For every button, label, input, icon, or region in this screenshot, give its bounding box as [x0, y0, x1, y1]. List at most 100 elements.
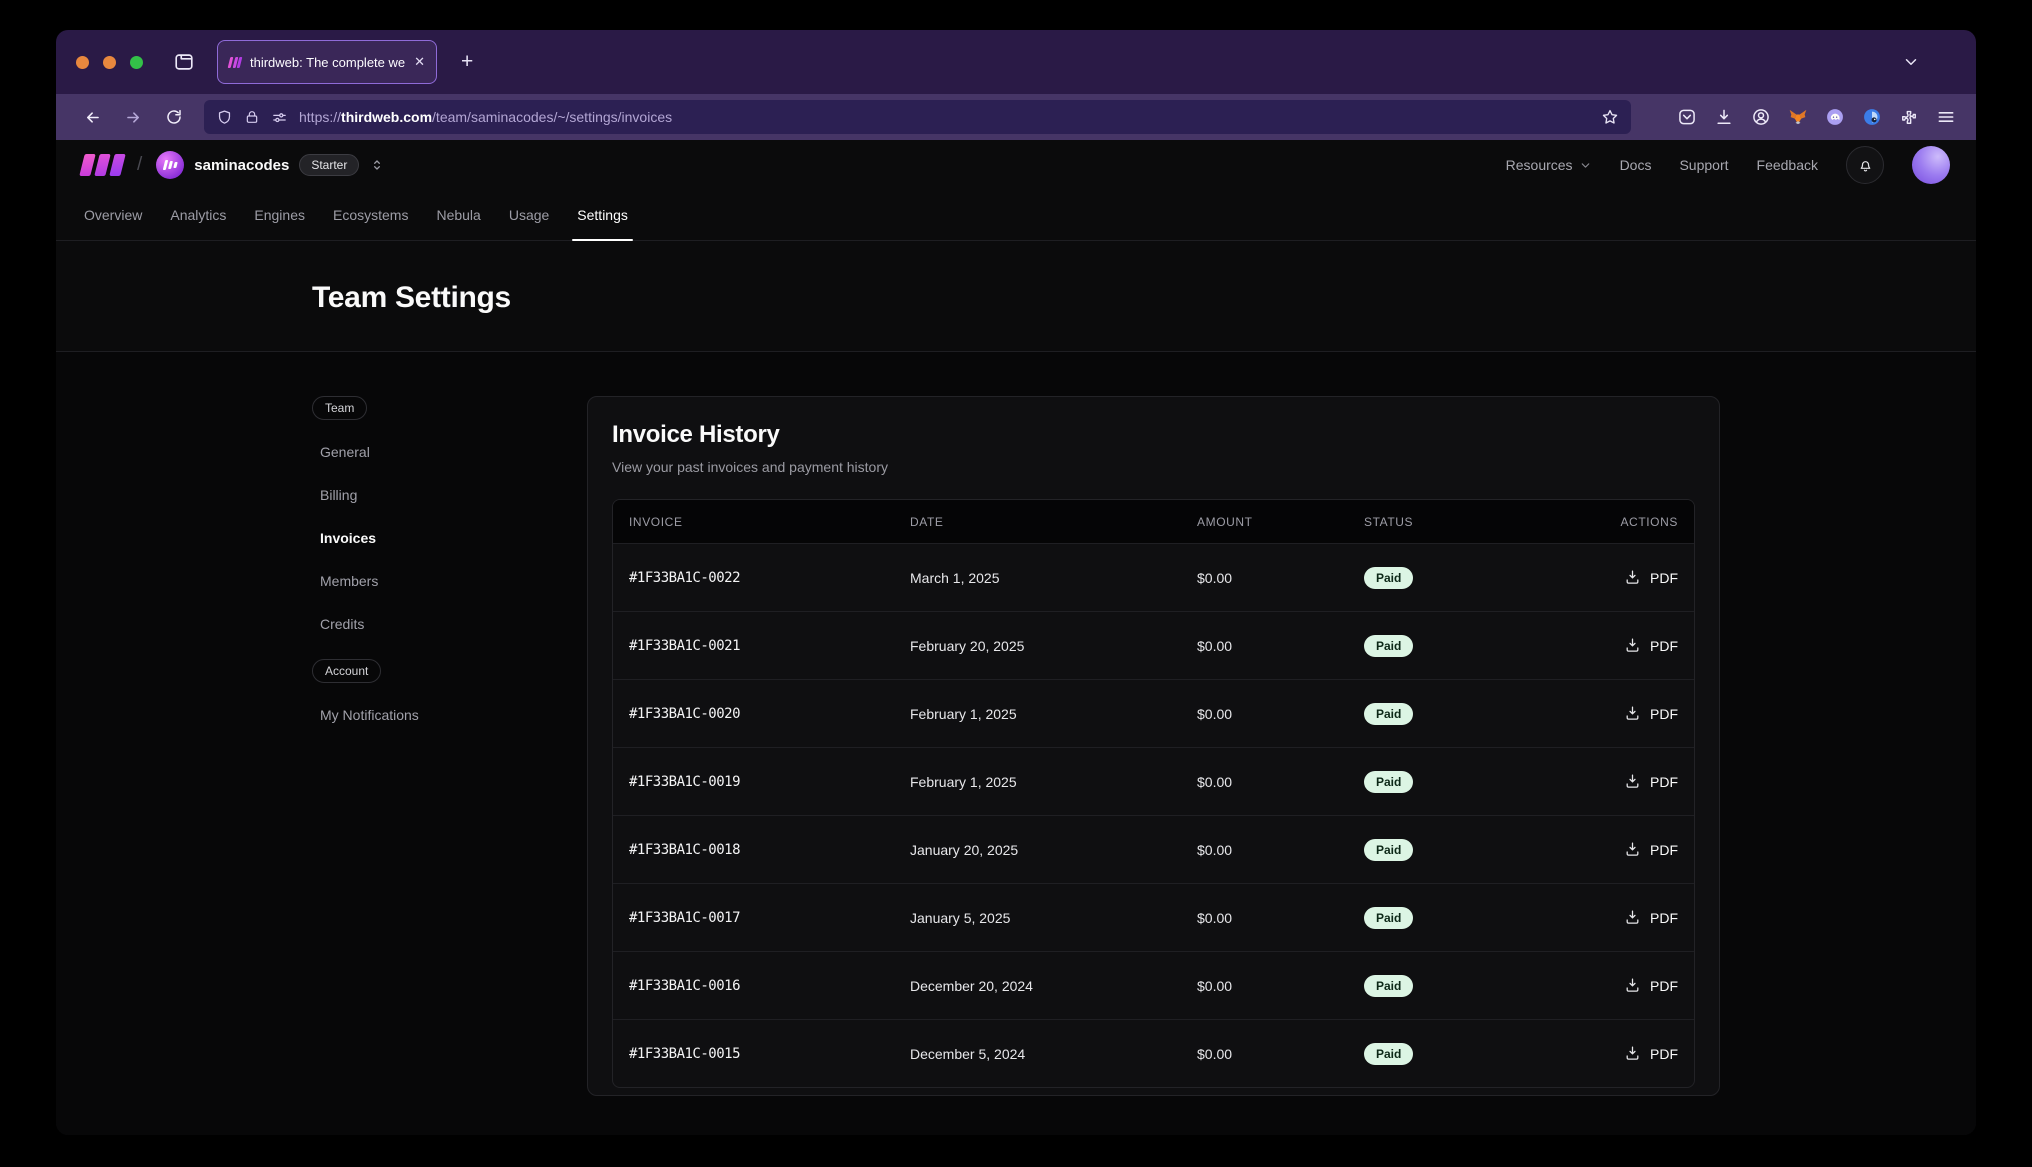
invoice-number: #1F33BA1C-0017	[629, 910, 910, 926]
dashboard-tab[interactable]: Ecosystems	[319, 190, 422, 240]
invoice-amount: $0.00	[1197, 774, 1364, 790]
dashboard-tab[interactable]: Engines	[240, 190, 319, 240]
download-icon	[1624, 841, 1641, 858]
metamask-extension-icon[interactable]	[1788, 107, 1808, 127]
header-link[interactable]: Resources	[1506, 157, 1592, 173]
extension-icon-blue[interactable]	[1862, 107, 1882, 127]
url-bar[interactable]: https://thirdweb.com/team/saminacodes/~/…	[204, 100, 1631, 134]
site-header: / saminacodes Starter Resources Docs Sup…	[56, 140, 1976, 190]
sidebar-entry[interactable]: Members	[312, 573, 560, 589]
invoice-actions-cell: PDF	[1558, 909, 1678, 926]
account-icon[interactable]	[1751, 107, 1771, 127]
invoice-date: December 20, 2024	[910, 978, 1197, 994]
browser-window: thirdweb: The complete web3 d ✕ +	[56, 30, 1976, 1135]
column-status: STATUS	[1364, 515, 1558, 529]
url-domain: thirdweb.com	[341, 109, 432, 125]
invoice-number: #1F33BA1C-0019	[629, 774, 910, 790]
invoice-actions-cell: PDF	[1558, 705, 1678, 722]
browser-tab[interactable]: thirdweb: The complete web3 d ✕	[217, 40, 437, 84]
forward-icon[interactable]	[113, 108, 154, 127]
invoice-date: February 1, 2025	[910, 774, 1197, 790]
tab-close-icon[interactable]: ✕	[414, 54, 425, 70]
dashboard-tab[interactable]: Usage	[495, 190, 563, 240]
header-link[interactable]: Support	[1679, 157, 1728, 173]
column-invoice: INVOICE	[629, 515, 910, 529]
minimize-window-button[interactable]	[103, 56, 116, 69]
permissions-icon[interactable]	[271, 109, 288, 126]
download-pdf-button[interactable]: PDF	[1624, 977, 1678, 994]
dashboard-tab[interactable]: Overview	[70, 190, 156, 240]
toolbar-extensions	[1677, 107, 1960, 127]
new-tab-button[interactable]: +	[453, 50, 481, 74]
invoice-status-cell: Paid	[1364, 1043, 1558, 1065]
notifications-bell-icon[interactable]	[1846, 146, 1884, 184]
invoice-row: #1F33BA1C-0019 February 1, 2025 $0.00 Pa…	[613, 747, 1694, 815]
download-pdf-button[interactable]: PDF	[1624, 705, 1678, 722]
invoice-amount: $0.00	[1197, 570, 1364, 586]
header-right: Resources Docs Support Feedback	[1506, 146, 1950, 184]
status-badge: Paid	[1364, 1043, 1413, 1065]
pocket-icon[interactable]	[1677, 107, 1697, 127]
tab-title: thirdweb: The complete web3 d	[250, 55, 405, 70]
dashboard-tab[interactable]: Settings	[563, 190, 642, 240]
dashboard-tab[interactable]: Analytics	[156, 190, 240, 240]
download-pdf-button[interactable]: PDF	[1624, 569, 1678, 586]
breadcrumb-separator: /	[137, 154, 142, 176]
invoice-status-cell: Paid	[1364, 703, 1558, 725]
header-link[interactable]: Feedback	[1757, 157, 1818, 173]
download-pdf-button[interactable]: PDF	[1624, 1045, 1678, 1062]
tracking-protection-shield-icon[interactable]	[216, 109, 233, 126]
list-tabs-chevron-icon[interactable]	[1902, 53, 1956, 71]
team-switcher-icon[interactable]	[369, 157, 385, 173]
invoice-table: INVOICE DATE AMOUNT STATUS ACTIONS #1F33…	[612, 499, 1695, 1088]
download-icon	[1624, 773, 1641, 790]
invoice-status-cell: Paid	[1364, 839, 1558, 861]
sidebar-entry[interactable]: Invoices	[312, 530, 560, 546]
menu-hamburger-icon[interactable]	[1936, 107, 1956, 127]
lock-icon[interactable]	[244, 109, 260, 125]
url-text[interactable]: https://thirdweb.com/team/saminacodes/~/…	[299, 109, 1590, 125]
reload-icon[interactable]	[154, 108, 194, 126]
invoice-date: February 20, 2025	[910, 638, 1197, 654]
download-icon	[1624, 909, 1641, 926]
download-pdf-button[interactable]: PDF	[1624, 909, 1678, 926]
zoom-window-button[interactable]	[130, 56, 143, 69]
close-window-button[interactable]	[76, 56, 89, 69]
dashboard-tab[interactable]: Nebula	[422, 190, 494, 240]
download-pdf-button[interactable]: PDF	[1624, 773, 1678, 790]
invoice-number: #1F33BA1C-0018	[629, 842, 910, 858]
firefox-view-icon[interactable]	[173, 51, 195, 73]
sidebar-entry[interactable]: Credits	[312, 616, 560, 632]
page-header-band: Team Settings	[56, 241, 1976, 352]
invoice-number: #1F33BA1C-0015	[629, 1046, 910, 1062]
page-title: Team Settings	[312, 241, 1720, 315]
column-date: DATE	[910, 515, 1197, 529]
sidebar-entry[interactable]: Billing	[312, 487, 560, 503]
invoice-row: #1F33BA1C-0016 December 20, 2024 $0.00 P…	[613, 951, 1694, 1019]
download-icon	[1624, 637, 1641, 654]
invoice-row: #1F33BA1C-0017 January 5, 2025 $0.00 Pai…	[613, 883, 1694, 951]
card-subtitle: View your past invoices and payment hist…	[612, 459, 1695, 475]
download-icon	[1624, 705, 1641, 722]
invoice-row: #1F33BA1C-0015 December 5, 2024 $0.00 Pa…	[613, 1019, 1694, 1087]
bookmark-star-icon[interactable]	[1601, 108, 1619, 126]
user-avatar[interactable]	[1912, 146, 1950, 184]
download-pdf-button[interactable]: PDF	[1624, 637, 1678, 654]
header-link[interactable]: Docs	[1620, 157, 1652, 173]
extensions-puzzle-icon[interactable]	[1899, 107, 1919, 127]
back-icon[interactable]	[72, 108, 113, 127]
downloads-icon[interactable]	[1714, 107, 1734, 127]
invoice-actions-cell: PDF	[1558, 569, 1678, 586]
sidebar-entry[interactable]: My Notifications	[312, 707, 560, 723]
status-badge: Paid	[1364, 907, 1413, 929]
invoice-date: January 5, 2025	[910, 910, 1197, 926]
sidebar-entry[interactable]: General	[312, 444, 560, 460]
thirdweb-logo[interactable]	[82, 154, 123, 176]
phantom-extension-icon[interactable]	[1825, 107, 1845, 127]
team-name[interactable]: saminacodes	[194, 157, 289, 174]
download-pdf-button[interactable]: PDF	[1624, 841, 1678, 858]
invoice-amount: $0.00	[1197, 638, 1364, 654]
invoice-row: #1F33BA1C-0018 January 20, 2025 $0.00 Pa…	[613, 815, 1694, 883]
status-badge: Paid	[1364, 771, 1413, 793]
invoice-actions-cell: PDF	[1558, 637, 1678, 654]
